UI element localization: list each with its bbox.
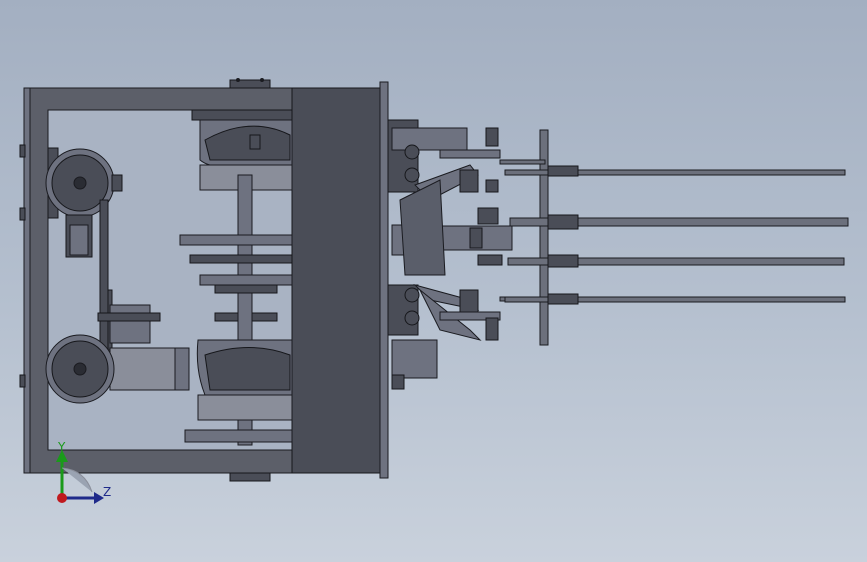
guide-rods[interactable] bbox=[499, 129, 849, 346]
y-axis-label: Y bbox=[58, 440, 66, 454]
gripper-mechanism[interactable] bbox=[387, 119, 513, 390]
z-axis-label: Z bbox=[103, 485, 112, 499]
cad-viewport[interactable]: Y Z bbox=[0, 0, 867, 562]
cad-model-drawing[interactable] bbox=[0, 0, 867, 562]
